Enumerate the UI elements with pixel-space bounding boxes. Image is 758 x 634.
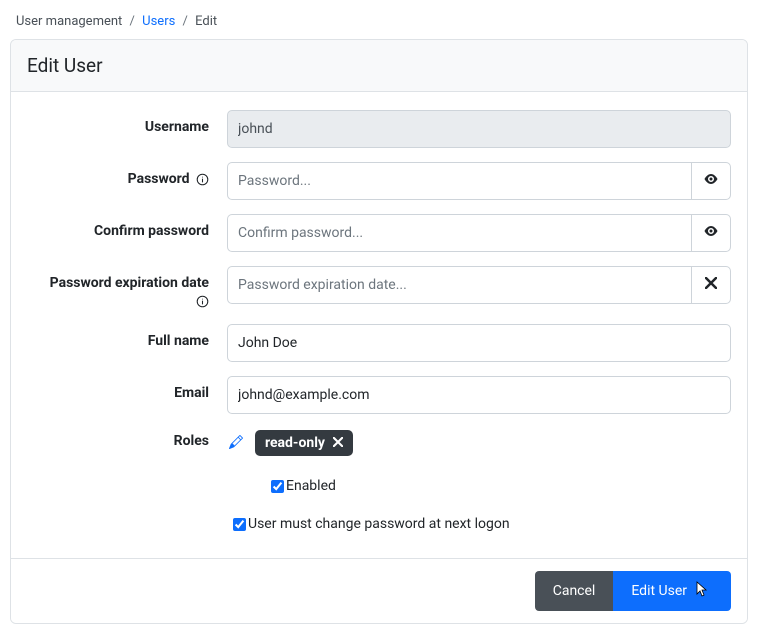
eye-icon [703,171,719,191]
fullname-input[interactable] [227,324,731,362]
breadcrumb-sep: / [130,14,135,29]
email-input[interactable] [227,376,731,414]
confirm-password-input[interactable] [227,214,691,252]
roles-label: Roles [27,428,227,450]
expiration-label: Password expiration date [27,266,227,310]
breadcrumb-users-link[interactable]: Users [142,14,175,29]
breadcrumb-leaf: Edit [195,14,217,29]
enabled-label: Enabled [286,478,336,494]
toggle-confirm-visibility[interactable] [691,214,731,252]
pencil-icon [229,437,243,452]
cursor-icon [695,581,709,601]
toggle-password-visibility[interactable] [691,162,731,200]
breadcrumb-root: User management [16,14,122,29]
fullname-label: Full name [27,324,227,350]
form-body: Username Password Conf [11,92,747,558]
expiration-input[interactable] [227,266,691,304]
enabled-checkbox[interactable] [271,480,284,493]
must-change-password-label: User must change password at next logon [248,516,510,532]
username-label: Username [27,110,227,136]
role-chip-label: read-only [265,435,325,451]
clear-expiration-button[interactable] [691,266,731,304]
breadcrumb-sep: / [183,14,188,29]
cancel-button[interactable]: Cancel [535,571,614,611]
email-label: Email [27,376,227,402]
role-chip: read-only [255,430,353,456]
must-change-password-checkbox[interactable] [233,518,246,531]
info-icon[interactable] [196,295,209,308]
submit-button[interactable]: Edit User [613,571,731,611]
breadcrumb: User management / Users / Edit [10,10,748,39]
username-input [227,110,731,148]
password-label: Password [27,162,227,188]
confirm-password-label: Confirm password [27,214,227,240]
form-footer: Cancel Edit User [11,558,747,623]
edit-roles-button[interactable] [227,433,245,454]
eye-icon [703,223,719,243]
page-title: Edit User [11,40,747,92]
info-icon[interactable] [196,173,209,186]
remove-role-button[interactable] [333,435,343,451]
password-input[interactable] [227,162,691,200]
edit-user-card: Edit User Username Password [10,39,748,624]
close-icon [705,277,717,293]
